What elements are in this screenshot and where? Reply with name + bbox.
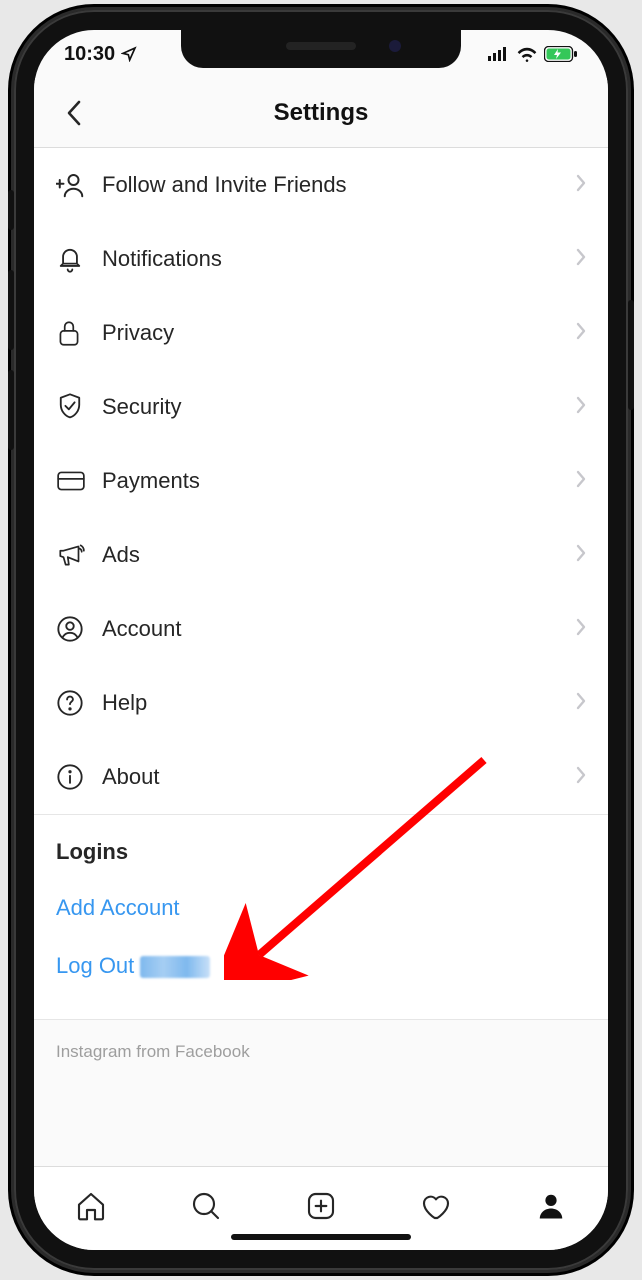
battery-icon [544,46,578,62]
bell-icon [56,244,102,274]
list-item-label: Notifications [102,246,576,272]
chevron-right-icon [576,322,586,345]
account-icon [56,615,102,643]
chevron-left-icon [66,99,82,127]
tab-bar [34,1166,608,1250]
status-time: 10:30 [64,43,115,66]
chevron-right-icon [576,248,586,271]
help-icon [56,689,102,717]
lock-icon [56,318,102,348]
settings-content: Follow and Invite Friends Notifications … [34,148,608,1166]
chevron-right-icon [576,544,586,567]
shield-icon [56,392,102,422]
list-item-account[interactable]: Account [34,592,608,666]
list-item-privacy[interactable]: Privacy [34,296,608,370]
card-icon [56,469,102,493]
redacted-username [140,956,210,978]
chevron-right-icon [576,470,586,493]
heart-icon [420,1190,452,1222]
list-item-label: Follow and Invite Friends [102,172,576,198]
chevron-right-icon [576,396,586,419]
list-item-about[interactable]: About [34,740,608,814]
footer-note: Instagram from Facebook [34,1019,608,1142]
add-friend-icon [56,170,102,200]
wifi-icon [516,46,538,62]
location-icon [121,46,137,62]
list-item-label: Security [102,394,576,420]
log-out-link[interactable]: Log Out [56,953,586,979]
chevron-right-icon [576,692,586,715]
cellular-icon [488,47,510,61]
back-button[interactable] [54,78,94,147]
chevron-right-icon [576,618,586,641]
list-item-payments[interactable]: Payments [34,444,608,518]
chevron-right-icon [576,174,586,197]
chevron-right-icon [576,766,586,789]
profile-icon [536,1191,566,1221]
list-item-label: About [102,764,576,790]
list-item-label: Ads [102,542,576,568]
log-out-label: Log Out [56,953,134,978]
activity-tab[interactable] [406,1181,466,1231]
add-account-link[interactable]: Add Account [56,895,586,921]
list-item-label: Payments [102,468,576,494]
device-notch [181,30,461,68]
list-item-follow-invite[interactable]: Follow and Invite Friends [34,148,608,222]
list-item-ads[interactable]: Ads [34,518,608,592]
page-title: Settings [274,99,369,127]
list-item-security[interactable]: Security [34,370,608,444]
profile-tab[interactable] [521,1181,581,1231]
list-item-label: Account [102,616,576,642]
plus-square-icon [305,1190,337,1222]
new-post-tab[interactable] [291,1181,351,1231]
megaphone-icon [56,541,102,569]
list-item-label: Help [102,690,576,716]
nav-bar: Settings [34,78,608,148]
home-tab[interactable] [61,1181,121,1231]
info-icon [56,763,102,791]
search-icon [190,1190,222,1222]
list-item-notifications[interactable]: Notifications [34,222,608,296]
logins-heading: Logins [56,839,586,865]
logins-section: Logins Add Account Log Out [34,814,608,1019]
home-icon [75,1190,107,1222]
search-tab[interactable] [176,1181,236,1231]
home-indicator [231,1234,411,1240]
list-item-help[interactable]: Help [34,666,608,740]
list-item-label: Privacy [102,320,576,346]
